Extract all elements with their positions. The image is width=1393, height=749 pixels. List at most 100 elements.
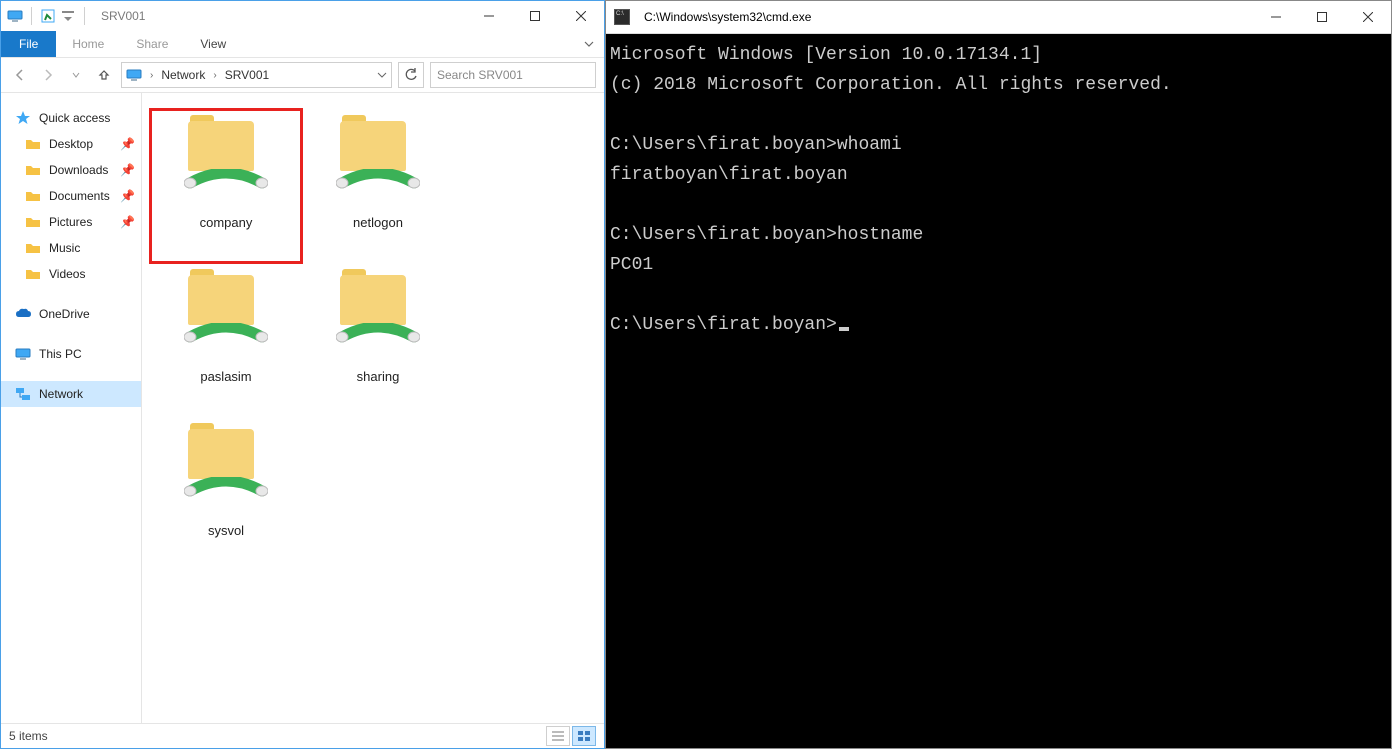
pin-icon: 📌 [120, 215, 135, 229]
navpane-this-pc[interactable]: This PC [1, 341, 141, 367]
nav-label: OneDrive [39, 307, 90, 321]
search-input[interactable]: Search SRV001 [430, 62, 596, 88]
recent-dropdown-icon[interactable] [65, 64, 87, 86]
cmd-title: C:\Windows\system32\cmd.exe [638, 10, 1253, 24]
breadcrumb[interactable]: › Network › SRV001 [121, 62, 392, 88]
nav-label: Quick access [39, 111, 110, 125]
quick-access-toolbar [1, 7, 95, 25]
ribbon-tabs: File Home Share View [1, 31, 604, 58]
breadcrumb-dropdown-icon[interactable] [377, 70, 387, 80]
nav-label: Documents [49, 189, 110, 203]
minimize-button[interactable] [466, 1, 512, 31]
folder-icon [25, 266, 41, 282]
cmd-line: (c) 2018 Microsoft Corporation. All righ… [610, 75, 1172, 95]
navpane-network[interactable]: Network [1, 381, 141, 407]
shared-folder-icon [178, 113, 274, 209]
share-sharing[interactable]: sharing [302, 263, 454, 417]
ribbon-expand-icon[interactable] [574, 31, 604, 57]
navpane-pictures[interactable]: Pictures 📌 [1, 209, 141, 235]
search-placeholder: Search SRV001 [437, 68, 523, 82]
share-sysvol[interactable]: sysvol [150, 417, 302, 571]
computer-icon [126, 67, 142, 83]
folder-icon [25, 188, 41, 204]
share-label: paslasim [200, 369, 251, 384]
computer-icon [7, 8, 23, 24]
nav-label: Pictures [49, 215, 92, 229]
cmd-line: C:\Users\firat.boyan>hostname [610, 225, 923, 245]
computer-icon [15, 346, 31, 362]
nav-label: Downloads [49, 163, 108, 177]
nav-label: Desktop [49, 137, 93, 151]
navpane-music[interactable]: Music [1, 235, 141, 261]
folder-icon [25, 136, 41, 152]
cmd-line: firatboyan\firat.boyan [610, 165, 848, 185]
navpane-quick-access[interactable]: Quick access [1, 105, 141, 131]
explorer-window: SRV001 File Home Share View › Network › … [0, 0, 605, 749]
minimize-button[interactable] [1253, 1, 1299, 33]
refresh-button[interactable] [398, 62, 424, 88]
share-netlogon[interactable]: netlogon [302, 109, 454, 263]
explorer-titlebar[interactable]: SRV001 [1, 1, 604, 31]
cmd-titlebar[interactable]: C:\Windows\system32\cmd.exe [606, 1, 1391, 34]
star-icon [15, 110, 31, 126]
breadcrumb-segment[interactable]: Network [161, 68, 205, 82]
navpane-documents[interactable]: Documents 📌 [1, 183, 141, 209]
window-controls [1253, 1, 1391, 33]
nav-label: This PC [39, 347, 82, 361]
cmd-icon [614, 9, 630, 25]
pin-icon: 📌 [120, 189, 135, 203]
shared-folder-icon [330, 113, 426, 209]
navpane-onedrive[interactable]: OneDrive [1, 301, 141, 327]
share-label: netlogon [353, 215, 403, 230]
tab-share[interactable]: Share [120, 31, 184, 57]
separator [31, 7, 32, 25]
details-view-button[interactable] [546, 726, 570, 746]
network-icon [15, 386, 31, 402]
share-company[interactable]: company [150, 109, 302, 263]
share-label: sharing [357, 369, 400, 384]
share-label: company [200, 215, 253, 230]
chevron-right-icon[interactable]: › [146, 70, 157, 81]
navpane-downloads[interactable]: Downloads 📌 [1, 157, 141, 183]
nav-pane[interactable]: Quick access Desktop 📌 Downloads 📌 Docum… [1, 93, 142, 723]
qat-dropdown-icon[interactable] [60, 8, 76, 24]
status-text: 5 items [9, 729, 48, 743]
navpane-videos[interactable]: Videos [1, 261, 141, 287]
pin-icon: 📌 [120, 163, 135, 177]
nav-label: Network [39, 387, 83, 401]
properties-icon[interactable] [40, 8, 56, 24]
separator [84, 7, 85, 25]
breadcrumb-segment[interactable]: SRV001 [225, 68, 269, 82]
cmd-window: C:\Windows\system32\cmd.exe Microsoft Wi… [605, 0, 1392, 749]
icons-view-button[interactable] [572, 726, 596, 746]
pin-icon: 📌 [120, 137, 135, 151]
back-button[interactable] [9, 64, 31, 86]
nav-label: Music [49, 241, 80, 255]
desktop: SRV001 File Home Share View › Network › … [0, 0, 1393, 749]
chevron-right-icon[interactable]: › [209, 70, 220, 81]
navpane-desktop[interactable]: Desktop 📌 [1, 131, 141, 157]
cloud-icon [15, 306, 31, 322]
content-area[interactable]: company netlogon paslasim [142, 93, 604, 723]
shared-folder-icon [178, 421, 274, 517]
share-paslasim[interactable]: paslasim [150, 263, 302, 417]
window-title: SRV001 [95, 9, 466, 23]
view-switcher [546, 726, 596, 746]
maximize-button[interactable] [512, 1, 558, 31]
explorer-body: Quick access Desktop 📌 Downloads 📌 Docum… [1, 93, 604, 723]
share-label: sysvol [208, 523, 244, 538]
forward-button[interactable] [37, 64, 59, 86]
tab-view[interactable]: View [184, 31, 242, 57]
window-controls [466, 1, 604, 31]
tab-file[interactable]: File [1, 31, 56, 57]
cmd-output[interactable]: Microsoft Windows [Version 10.0.17134.1]… [606, 34, 1391, 748]
folder-icon [25, 240, 41, 256]
close-button[interactable] [1345, 1, 1391, 33]
folder-icon [25, 162, 41, 178]
up-button[interactable] [93, 64, 115, 86]
cmd-line: Microsoft Windows [Version 10.0.17134.1] [610, 45, 1042, 65]
tab-home[interactable]: Home [56, 31, 120, 57]
close-button[interactable] [558, 1, 604, 31]
shared-folder-icon [330, 267, 426, 363]
maximize-button[interactable] [1299, 1, 1345, 33]
